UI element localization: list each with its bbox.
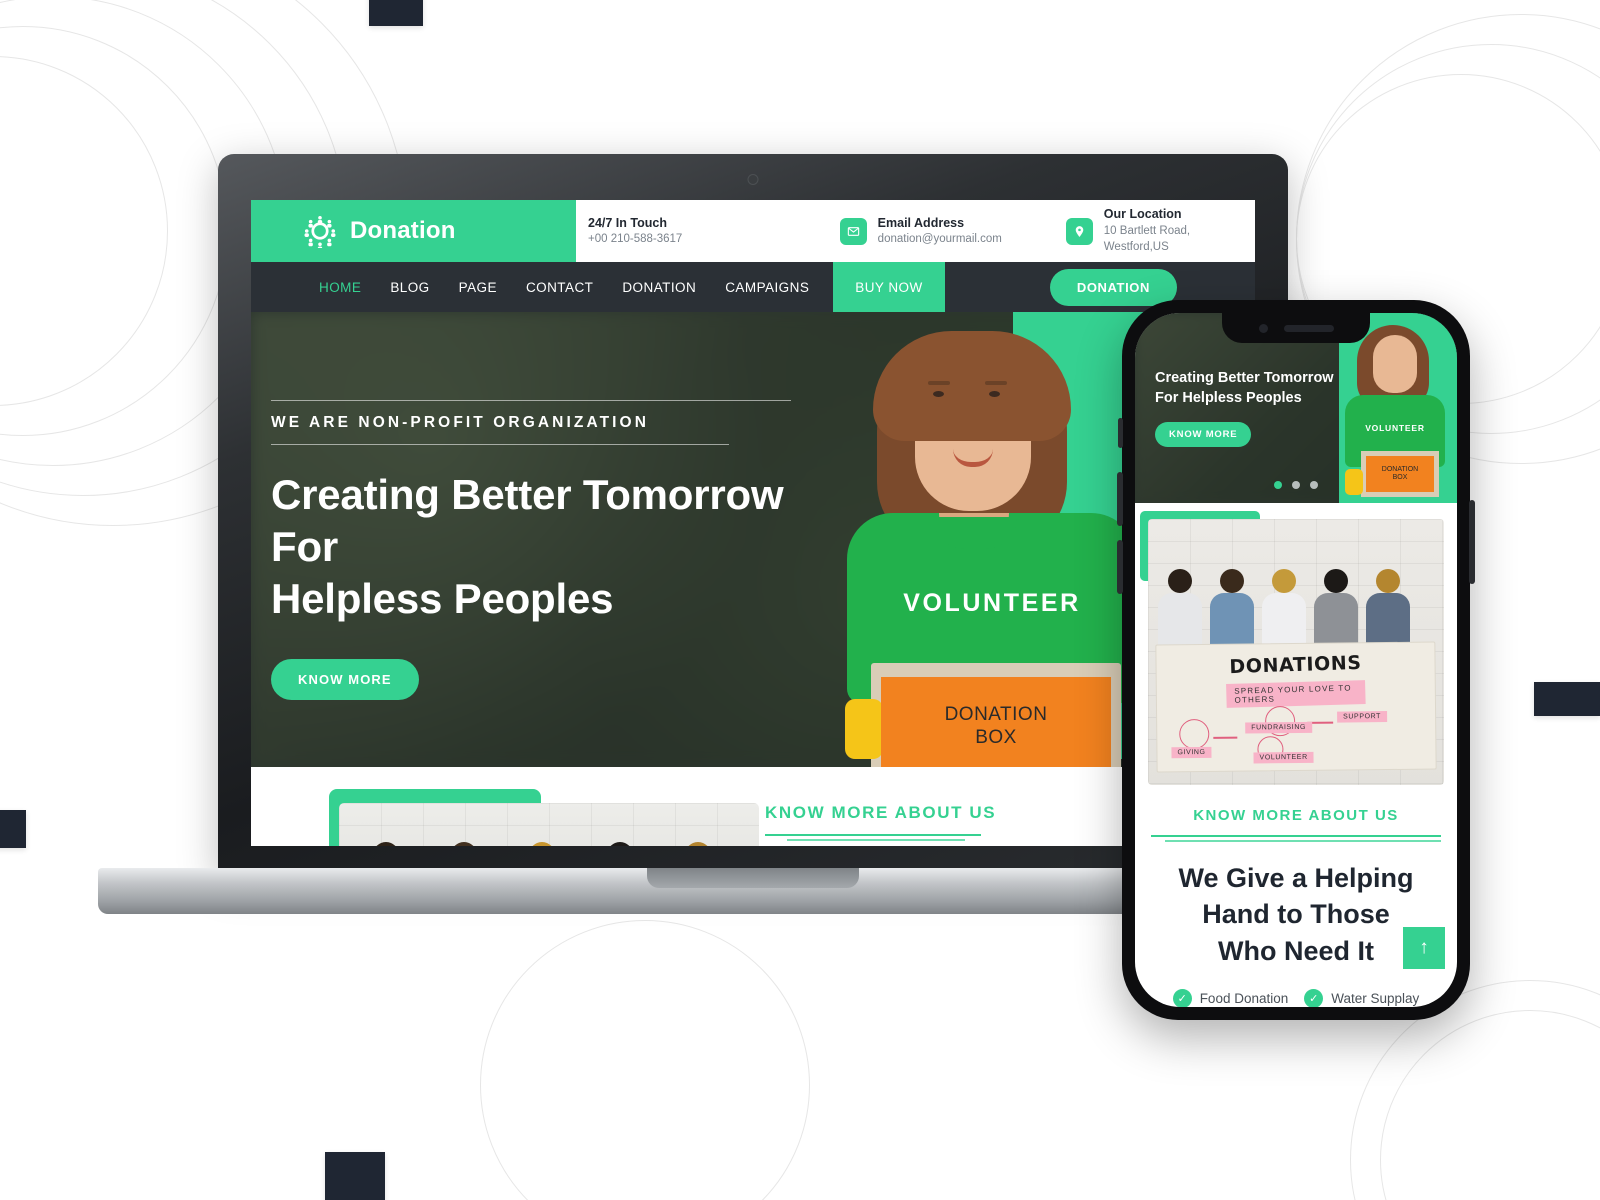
scroll-to-top-button[interactable]: ↑ — [1403, 927, 1445, 969]
phone-silent-switch[interactable] — [1118, 418, 1123, 448]
phone-screen: VOLUNTEER DONATION BOX Creating Better To… — [1135, 313, 1457, 1007]
banner-node-giving: GIVING — [1171, 746, 1212, 759]
feature-label: Water Supplay — [1331, 991, 1420, 1007]
hero-copy: WE ARE NON-PROFIT ORGANIZATION Creating … — [271, 400, 791, 701]
phone-photo-section: DONATIONS SPREAD YOUR LOVE TO OTHERS GIV… — [1135, 503, 1457, 785]
phone-mockup: VOLUNTEER DONATION BOX Creating Better To… — [1117, 300, 1475, 1020]
phone-donation-box-label: DONATION BOX — [1366, 456, 1434, 492]
phone-notch — [1222, 313, 1370, 343]
hero-section: VOLUNTEER DONATION BOX WE ARE NON-PROFIT … — [251, 312, 1255, 767]
hero-title: Creating Better Tomorrow For Helpless Pe… — [271, 445, 791, 625]
decorative-square-left — [0, 810, 26, 848]
hero-volunteer-photo: VOLUNTEER DONATION BOX — [829, 327, 1159, 767]
volunteer-shirt-text: VOLUNTEER — [903, 589, 1081, 617]
decorative-square-right — [1534, 682, 1600, 716]
feature-water-supply: ✓ Water Supplay — [1304, 989, 1419, 1007]
topbar-info-list: 24/7 In Touch +00 210-588-3617 Email Add… — [576, 200, 1255, 262]
decorative-square-top — [369, 0, 423, 26]
about-underline-primary — [765, 834, 981, 836]
banner-node-support: SUPPORT — [1337, 711, 1388, 723]
nav-link-contact[interactable]: CONTACT — [526, 280, 593, 295]
donation-box-label: DONATION BOX — [881, 677, 1111, 767]
topbar-info-value: 10 Bartlett Road, Westford,US — [1103, 225, 1191, 254]
about-group-photo — [339, 803, 759, 846]
topbar-info-value: donation@yourmail.com — [877, 233, 1002, 246]
phone-about-eyebrow: KNOW MORE ABOUT US — [1193, 807, 1399, 824]
nav-link-campaigns[interactable]: CAMPAIGNS — [725, 280, 809, 295]
decorative-square-bottom — [325, 1152, 385, 1200]
phone-about-underline-secondary — [1165, 840, 1441, 842]
phone-carousel-dots — [1274, 481, 1318, 489]
phone-about-underline-primary — [1151, 835, 1441, 837]
phone-power-button[interactable] — [1469, 500, 1475, 584]
topbar-info-email[interactable]: Email Address donation@yourmail.com — [839, 215, 1066, 248]
phone-feature-list: ✓ Food Donation ✓ Water Supplay — [1151, 989, 1441, 1007]
laptop-screen: Donation 24/7 In Touch +00 210-588-3617 — [251, 200, 1255, 846]
check-circle-icon: ✓ — [1172, 989, 1192, 1007]
topbar-info-title: Our Location — [1103, 207, 1182, 222]
banner-node-fundraising: FUNDRAISING — [1245, 721, 1313, 734]
feature-label: Food Donation — [1199, 991, 1289, 1007]
phone-know-more-button[interactable]: KNOW MORE — [1155, 422, 1252, 448]
donations-banner: DONATIONS SPREAD YOUR LOVE TO OTHERS GIV… — [1155, 641, 1437, 773]
topbar-info-location[interactable]: Our Location 10 Bartlett Road, Westford,… — [1065, 206, 1255, 255]
phone-hero-title: Creating Better Tomorrow For Helpless Pe… — [1155, 369, 1345, 408]
people-circle-icon — [303, 214, 337, 251]
page-canvas: Donation 24/7 In Touch +00 210-588-3617 — [0, 0, 1600, 1200]
about-section: KNOW MORE ABOUT US — [251, 767, 1255, 846]
phone-volume-up-button[interactable] — [1117, 472, 1123, 526]
front-camera-icon — [1258, 323, 1268, 333]
laptop-trackpad-notch — [647, 868, 859, 888]
phone-volume-down-button[interactable] — [1117, 540, 1123, 594]
phone-about-title-line1: We Give a Helping — [1178, 863, 1414, 893]
topbar-info-title: 24/7 In Touch — [588, 215, 667, 230]
buy-now-button[interactable]: BUY NOW — [833, 262, 945, 312]
brand-name: Donation — [350, 217, 456, 244]
phone-volunteer-photo: VOLUNTEER DONATION BOX — [1335, 323, 1453, 503]
nav-link-home[interactable]: HOME — [319, 280, 361, 295]
phone-volunteer-shirt-text: VOLUNTEER — [1365, 423, 1425, 433]
carousel-dot-2[interactable] — [1292, 481, 1300, 489]
hero-title-line2: Helpless Peoples — [271, 575, 614, 623]
check-circle-icon: ✓ — [1304, 989, 1324, 1007]
laptop-camera-icon — [747, 174, 759, 185]
nav-links: HOME BLOG PAGE CONTACT DONATION CAMPAIGN… — [251, 262, 809, 312]
earpiece-speaker-icon — [1283, 324, 1334, 332]
phone-hero-copy: Creating Better Tomorrow For Helpless Pe… — [1155, 369, 1345, 448]
nav-link-blog[interactable]: BLOG — [390, 280, 429, 295]
nav-link-page[interactable]: PAGE — [459, 280, 497, 295]
phone-about-title: We Give a Helping Hand to Those Who Need… — [1151, 860, 1441, 969]
donation-cta-button[interactable]: DONATION — [1049, 269, 1177, 306]
about-eyebrow: KNOW MORE ABOUT US — [765, 803, 997, 822]
map-pin-icon — [1065, 217, 1093, 245]
phone-about-section: KNOW MORE ABOUT US We Give a Helping Han… — [1135, 785, 1457, 1007]
site-navbar: HOME BLOG PAGE CONTACT DONATION CAMPAIGN… — [251, 262, 1255, 312]
about-underline-secondary — [787, 839, 965, 841]
topbar-info-value: +00 210-588-3617 — [588, 233, 683, 246]
carousel-dot-1[interactable] — [1274, 481, 1282, 489]
phone-about-title-line3: Who Need It — [1218, 935, 1374, 966]
carousel-dot-3[interactable] — [1310, 481, 1318, 489]
envelope-icon — [839, 217, 867, 245]
arrow-up-icon: ↑ — [1419, 937, 1429, 958]
phone-donations-photo: DONATIONS SPREAD YOUR LOVE TO OTHERS GIV… — [1148, 519, 1444, 785]
phone-about-title-line2: Hand to Those — [1202, 899, 1390, 930]
brand-block[interactable]: Donation — [251, 200, 576, 262]
banner-node-volunteer: VOLUNTEER — [1253, 751, 1314, 764]
banner-subtitle: SPREAD YOUR LOVE TO OTHERS — [1226, 680, 1366, 708]
hero-title-line1: Creating Better Tomorrow For — [271, 471, 784, 571]
hero-eyebrow: WE ARE NON-PROFIT ORGANIZATION — [271, 414, 650, 431]
site-topbar: Donation 24/7 In Touch +00 210-588-3617 — [251, 200, 1255, 262]
nav-link-donation[interactable]: DONATION — [622, 280, 696, 295]
about-copy: KNOW MORE ABOUT US — [765, 803, 996, 841]
banner-title: DONATIONS — [1229, 651, 1362, 679]
topbar-info-title: Email Address — [877, 215, 965, 230]
topbar-info-phone[interactable]: 24/7 In Touch +00 210-588-3617 — [588, 215, 840, 248]
phone-hero-title-line2: Helpless Peoples — [1182, 389, 1302, 406]
hero-know-more-button[interactable]: KNOW MORE — [271, 659, 419, 701]
feature-food-donation: ✓ Food Donation — [1172, 989, 1289, 1007]
